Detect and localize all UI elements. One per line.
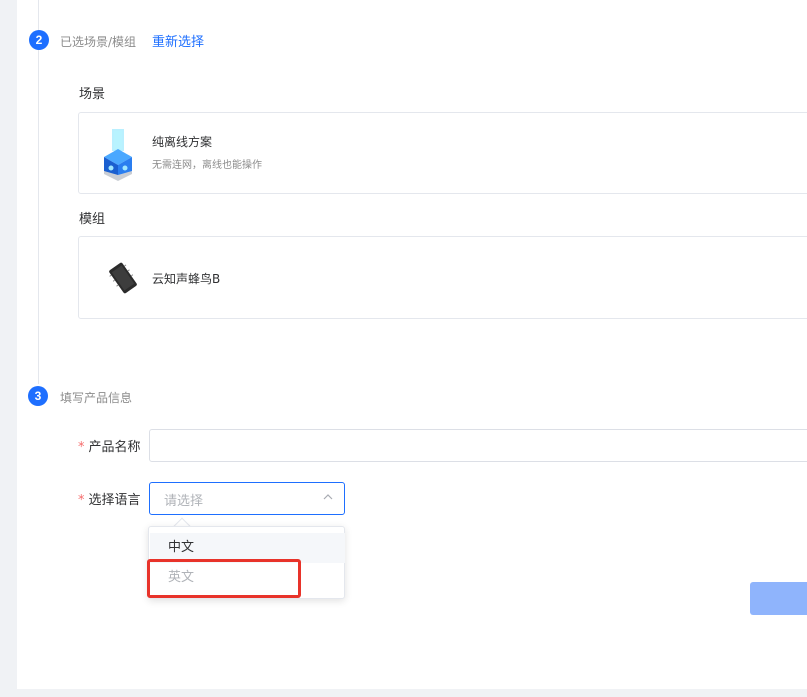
scene-card: 纯离线方案 无需连网，离线也能操作	[78, 112, 807, 194]
product-name-label: * 产品名称	[78, 436, 141, 455]
step-3-title: 填写产品信息	[60, 391, 133, 405]
module-section-label: 模组	[79, 212, 106, 227]
scene-card-description: 无需连网，离线也能操作	[152, 160, 262, 171]
module-card-title: 云知声蜂鸟B	[152, 272, 221, 286]
required-mark: *	[78, 440, 85, 455]
step-3-number: 3	[28, 386, 48, 406]
language-label-text: 选择语言	[88, 493, 141, 508]
step-connector-line	[38, 50, 39, 384]
step-2-title: 已选场景/模组	[60, 35, 137, 49]
language-label: * 选择语言	[78, 489, 141, 508]
product-name-label-text: 产品名称	[88, 440, 141, 455]
chevron-up-icon[interactable]	[322, 491, 334, 503]
offline-cube-icon	[104, 129, 132, 181]
annotation-highlight-box	[147, 559, 301, 598]
language-select-placeholder: 请选择	[164, 494, 204, 509]
chip-module-icon	[109, 262, 137, 294]
scene-section-label: 场景	[79, 87, 106, 102]
submit-button[interactable]	[750, 582, 807, 615]
step-connector-line	[38, 0, 39, 30]
required-mark: *	[78, 493, 85, 508]
module-card: 云知声蜂鸟B	[78, 236, 807, 319]
product-name-input[interactable]	[149, 429, 807, 462]
reselect-link[interactable]: 重新选择	[152, 31, 204, 50]
scene-card-title: 纯离线方案	[152, 135, 213, 149]
language-select[interactable]: 请选择	[149, 482, 345, 515]
main-panel	[17, 0, 807, 689]
step-2-number: 2	[29, 30, 49, 50]
